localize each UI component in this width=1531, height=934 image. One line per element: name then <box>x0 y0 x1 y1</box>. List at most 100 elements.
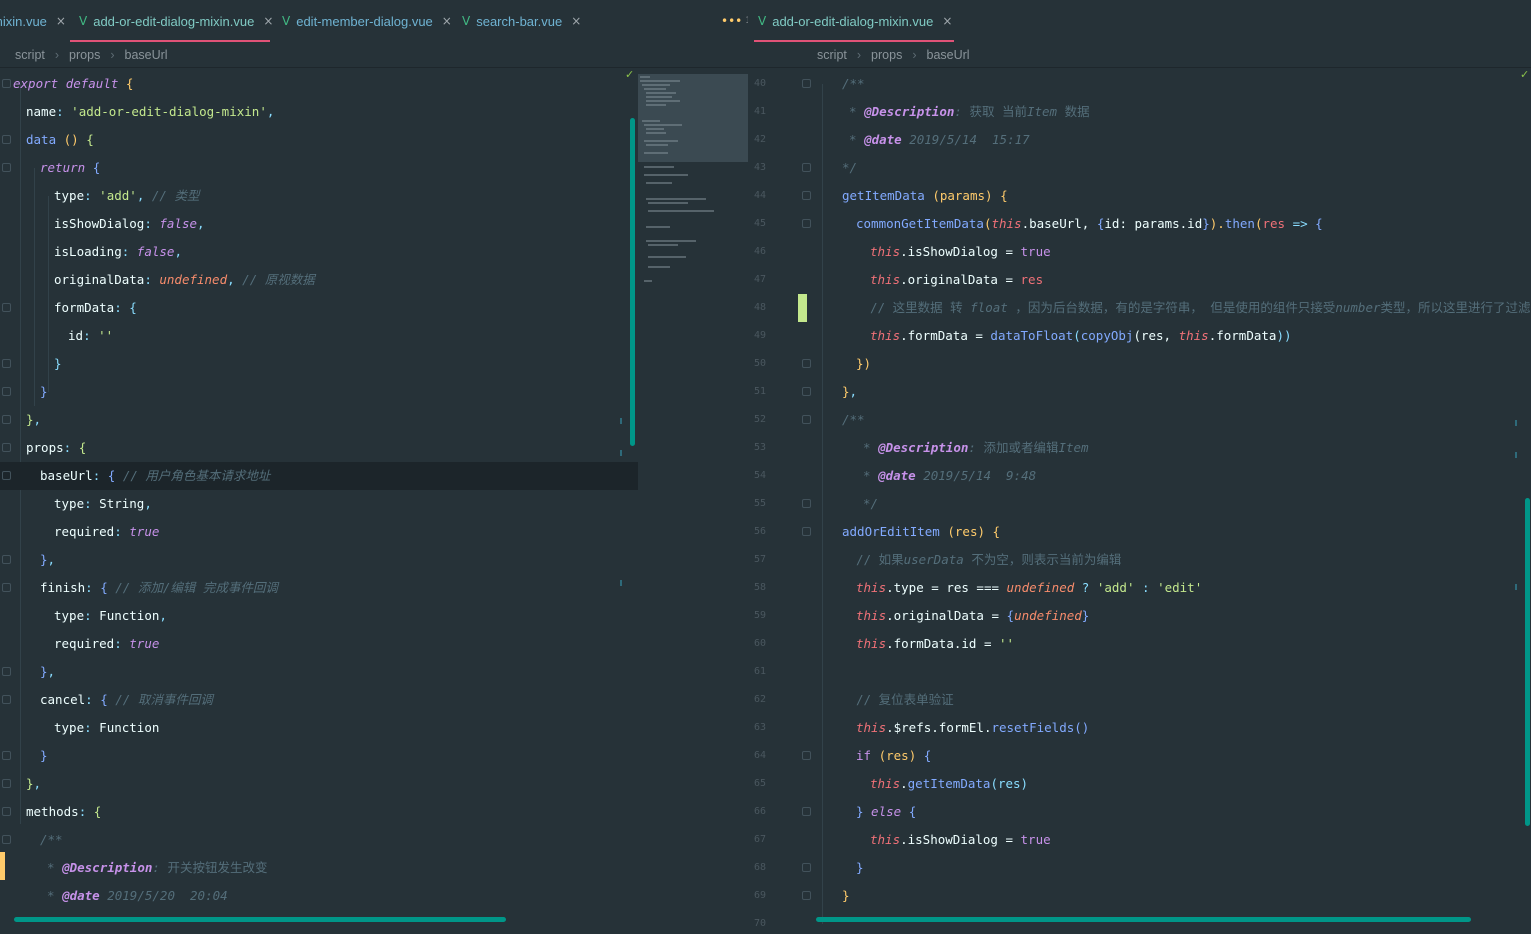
tab-add-or-edit-dialog-mixin[interactable]: V add-or-edit-dialog-mixin.vue × <box>754 0 954 42</box>
line-number: 46 <box>753 246 766 257</box>
git-change-marker <box>0 852 5 880</box>
tab-add-or-edit-dialog-mixin[interactable]: V add-or-edit-dialog-mixin.vue × <box>70 0 273 42</box>
code-editor-right[interactable]: 40/** 41 * @Description: 获取 当前Item 数据 42 *… <box>748 70 1531 934</box>
fold-icon[interactable] <box>2 359 11 368</box>
fold-icon[interactable] <box>2 303 11 312</box>
code-line: * @Description: 开关按钮发生改变 <box>47 860 268 875</box>
code-line: 41 * @Description: 获取 当前Item 数据 <box>748 98 1531 126</box>
fold-icon[interactable] <box>2 807 11 816</box>
code-line: return { <box>0 154 748 182</box>
vertical-scrollbar[interactable] <box>630 118 635 446</box>
fold-icon[interactable] <box>2 779 11 788</box>
fold-icon[interactable] <box>802 79 811 88</box>
line-number: 59 <box>753 610 766 621</box>
breadcrumb-item[interactable]: script <box>817 48 847 62</box>
close-icon[interactable]: × <box>942 14 952 28</box>
tab-label: edit-member-dialog.vue <box>296 13 433 29</box>
line-number: 56 <box>753 526 766 537</box>
fold-icon[interactable] <box>2 163 11 172</box>
fold-icon[interactable] <box>802 359 811 368</box>
breadcrumb-item[interactable]: baseUrl <box>927 48 970 62</box>
breadcrumb-item[interactable]: script <box>15 48 45 62</box>
fold-icon[interactable] <box>802 219 811 228</box>
fold-icon[interactable] <box>2 387 11 396</box>
vue-icon: V <box>462 14 471 28</box>
code-line: } <box>0 378 748 406</box>
fold-icon[interactable] <box>2 835 11 844</box>
line-number: 48 <box>753 302 766 313</box>
code-line: }, <box>0 406 748 434</box>
fold-icon[interactable] <box>2 583 11 592</box>
fold-icon[interactable] <box>802 387 811 396</box>
minimap[interactable] <box>638 74 748 294</box>
chevron-right-icon: › <box>912 47 917 62</box>
fold-icon[interactable] <box>2 135 11 144</box>
fold-icon[interactable] <box>2 415 11 424</box>
scroll-marker <box>620 418 622 424</box>
breadcrumb-item[interactable]: baseUrl <box>125 48 168 62</box>
fold-icon[interactable] <box>802 527 811 536</box>
code-line: 48// 这里数据 转 float ，因为后台数据，有的是字符串， 但是使用的组… <box>748 294 1531 322</box>
code-line: 65 this.getItemData(res) <box>748 770 1531 798</box>
code-line: 63 this.$refs.formEl.resetFields() <box>748 714 1531 742</box>
code-line: 54 * @date 2019/5/14 9:48 <box>748 462 1531 490</box>
close-icon[interactable]: × <box>56 14 66 28</box>
code-line: }, <box>0 770 748 798</box>
scroll-marker <box>620 450 622 456</box>
breadcrumb: script › props › baseUrl <box>0 42 748 68</box>
breadcrumb-item[interactable]: props <box>871 48 902 62</box>
code-line: 43 */ <box>748 154 1531 182</box>
code-line: 67 this.isShowDialog = true <box>748 826 1531 854</box>
more-dots-icon: ••• <box>721 14 743 28</box>
code-line: originalData: undefined, // 原视数据 <box>54 272 315 287</box>
horizontal-scrollbar[interactable] <box>816 917 1471 922</box>
code-line: 70 <box>748 910 1531 934</box>
fold-icon[interactable] <box>2 667 11 676</box>
fold-icon[interactable] <box>802 163 811 172</box>
fold-icon[interactable] <box>2 471 11 480</box>
right-editor-pane: V add-or-edit-dialog-mixin.vue × script ›… <box>748 0 1531 934</box>
code-line: 66} else { <box>748 798 1531 826</box>
code-line: 55 */ <box>748 490 1531 518</box>
fold-icon[interactable] <box>2 443 11 452</box>
fold-icon[interactable] <box>802 415 811 424</box>
breadcrumb-item[interactable]: props <box>69 48 100 62</box>
fold-icon[interactable] <box>802 191 811 200</box>
horizontal-scrollbar[interactable] <box>14 917 506 922</box>
tab-label: search-bar.vue <box>476 13 563 29</box>
code-line: cancel: { // 取消事件回调 <box>0 686 748 714</box>
fold-icon[interactable] <box>2 79 11 88</box>
fold-icon[interactable] <box>2 555 11 564</box>
tab-mixin[interactable]: mixin.vue × <box>0 0 66 42</box>
code-editor-left[interactable]: export default { name: 'add-or-edit-dial… <box>0 70 748 910</box>
vertical-scrollbar[interactable] <box>1525 498 1530 826</box>
fold-icon[interactable] <box>802 891 811 900</box>
tab-edit-member-dialog[interactable]: V edit-member-dialog.vue × <box>282 0 452 42</box>
line-number: 45 <box>753 218 766 229</box>
fold-icon[interactable] <box>2 751 11 760</box>
tab-search-bar[interactable]: V search-bar.vue × <box>462 0 581 42</box>
fold-icon[interactable] <box>802 863 811 872</box>
line-number: 60 <box>753 638 766 649</box>
code-line: required: true <box>54 524 160 539</box>
left-tab-bar: mixin.vue × V add-or-edit-dialog-mixin.v… <box>0 0 748 42</box>
close-icon[interactable]: × <box>263 14 273 28</box>
line-number: 61 <box>753 666 766 677</box>
chevron-right-icon: › <box>856 47 862 62</box>
fold-icon[interactable] <box>802 807 811 816</box>
tab-label: add-or-edit-dialog-mixin.vue <box>93 13 255 29</box>
line-number: 54 <box>753 470 766 481</box>
fold-icon[interactable] <box>2 695 11 704</box>
line-number: 70 <box>753 918 766 929</box>
line-number: 63 <box>753 722 766 733</box>
code-line: 69} <box>748 882 1531 910</box>
fold-icon[interactable] <box>802 499 811 508</box>
more-tabs-button[interactable]: ••• 1 <box>721 0 748 42</box>
code-line: 50}) <box>748 350 1531 378</box>
code-line: 57// 如果userData 不为空，则表示当前为编辑 <box>748 546 1531 574</box>
line-number: 51 <box>753 386 766 397</box>
chevron-right-icon: › <box>54 47 60 62</box>
close-icon[interactable]: × <box>442 14 452 28</box>
fold-icon[interactable] <box>802 751 811 760</box>
close-icon[interactable]: × <box>571 14 581 28</box>
